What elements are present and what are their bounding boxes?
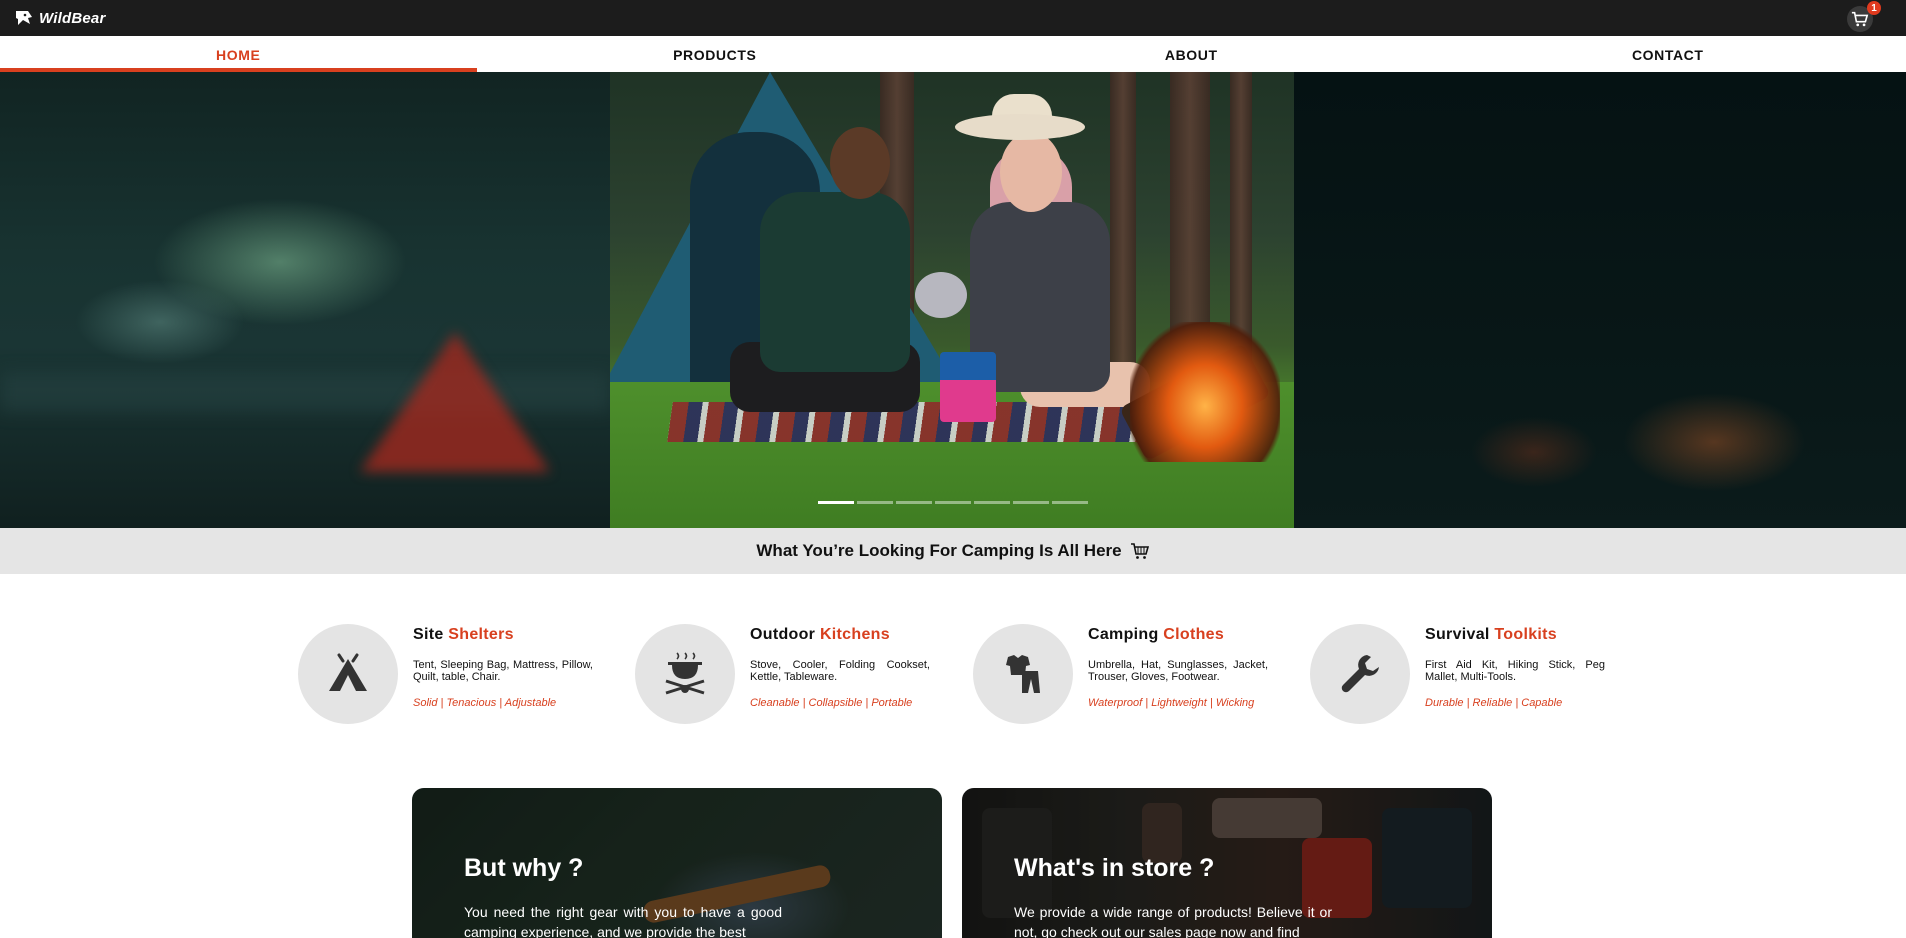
- nav-about[interactable]: ABOUT: [953, 36, 1430, 72]
- feature-tags: Durable | Reliable | Capable: [1425, 697, 1563, 709]
- bear-logo-icon: [16, 11, 32, 25]
- promo-banner: What You’re Looking For Camping Is All H…: [0, 528, 1906, 574]
- feature-site-shelters[interactable]: Site Shelters Tent, Sleeping Bag, Mattre…: [298, 624, 618, 724]
- feature-title: Camping Clothes: [1088, 626, 1225, 643]
- card-title: But why ?: [464, 854, 584, 882]
- cart-icon: [1130, 543, 1149, 559]
- feature-title: Site Shelters: [413, 626, 514, 643]
- why-card[interactable]: But why ? You need the right gear with y…: [412, 788, 942, 938]
- brand-name: WildBear: [39, 9, 106, 27]
- feature-tags: Cleanable | Collapsible | Portable: [750, 697, 913, 709]
- cooking-pot-icon: [665, 652, 705, 695]
- next-slide-image[interactable]: [1294, 72, 1906, 528]
- wrench-icon: [1341, 655, 1379, 693]
- carousel-dot[interactable]: [1013, 501, 1049, 504]
- nav-contact[interactable]: CONTACT: [1430, 36, 1906, 72]
- clothes-icon: [1006, 655, 1040, 693]
- feature-icon-circle: [298, 624, 398, 724]
- feature-title: Survival Toolkits: [1425, 626, 1557, 643]
- main-nav: HOME PRODUCTS ABOUT CONTACT: [0, 36, 1906, 72]
- cart-count-badge: 1: [1867, 1, 1881, 15]
- feature-icon-circle: [973, 624, 1073, 724]
- banner-text: What You’re Looking For Camping Is All H…: [756, 541, 1122, 560]
- carousel-indicators: [818, 501, 1088, 504]
- previous-slide-image[interactable]: [0, 72, 610, 528]
- carousel-dot[interactable]: [974, 501, 1010, 504]
- feature-tags: Solid | Tenacious | Adjustable: [413, 697, 557, 709]
- feature-outdoor-kitchens[interactable]: Outdoor Kitchens Stove, Cooler, Folding …: [635, 624, 955, 724]
- nav-products[interactable]: PRODUCTS: [477, 36, 954, 72]
- card-text: You need the right gear with you to have…: [464, 904, 782, 938]
- feature-tags: Waterproof | Lightweight | Wicking: [1088, 697, 1255, 709]
- feature-description: Tent, Sleeping Bag, Mattress, Pillow, Qu…: [413, 659, 593, 683]
- feature-description: Umbrella, Hat, Sunglasses, Jacket, Trous…: [1088, 659, 1268, 683]
- brand-logo[interactable]: WildBear: [14, 8, 105, 28]
- carousel-dot[interactable]: [818, 501, 854, 504]
- hero-carousel: [0, 72, 1906, 528]
- carousel-dot[interactable]: [896, 501, 932, 504]
- card-title: What's in store ?: [1014, 854, 1215, 882]
- feature-camping-clothes[interactable]: Camping Clothes Umbrella, Hat, Sunglasse…: [973, 624, 1293, 724]
- cart-icon: [1851, 11, 1869, 27]
- carousel-dot[interactable]: [935, 501, 971, 504]
- carousel-dot[interactable]: [1052, 501, 1088, 504]
- feature-description: First Aid Kit, Hiking Stick, Peg Mallet,…: [1425, 659, 1605, 683]
- carousel-dot[interactable]: [857, 501, 893, 504]
- hero-slide-image: [610, 72, 1294, 528]
- store-card[interactable]: What's in store ? We provide a wide rang…: [962, 788, 1492, 938]
- tent-icon: [329, 653, 367, 691]
- feature-title: Outdoor Kitchens: [750, 626, 890, 643]
- feature-icon-circle: [635, 624, 735, 724]
- feature-icon-circle: [1310, 624, 1410, 724]
- feature-description: Stove, Cooler, Folding Cookset, Kettle, …: [750, 659, 930, 683]
- card-text: We provide a wide range of products! Bel…: [1014, 904, 1332, 938]
- nav-home[interactable]: HOME: [0, 36, 477, 72]
- top-bar: WildBear 1: [0, 0, 1906, 36]
- feature-survival-toolkits[interactable]: Survival Toolkits First Aid Kit, Hiking …: [1310, 624, 1630, 724]
